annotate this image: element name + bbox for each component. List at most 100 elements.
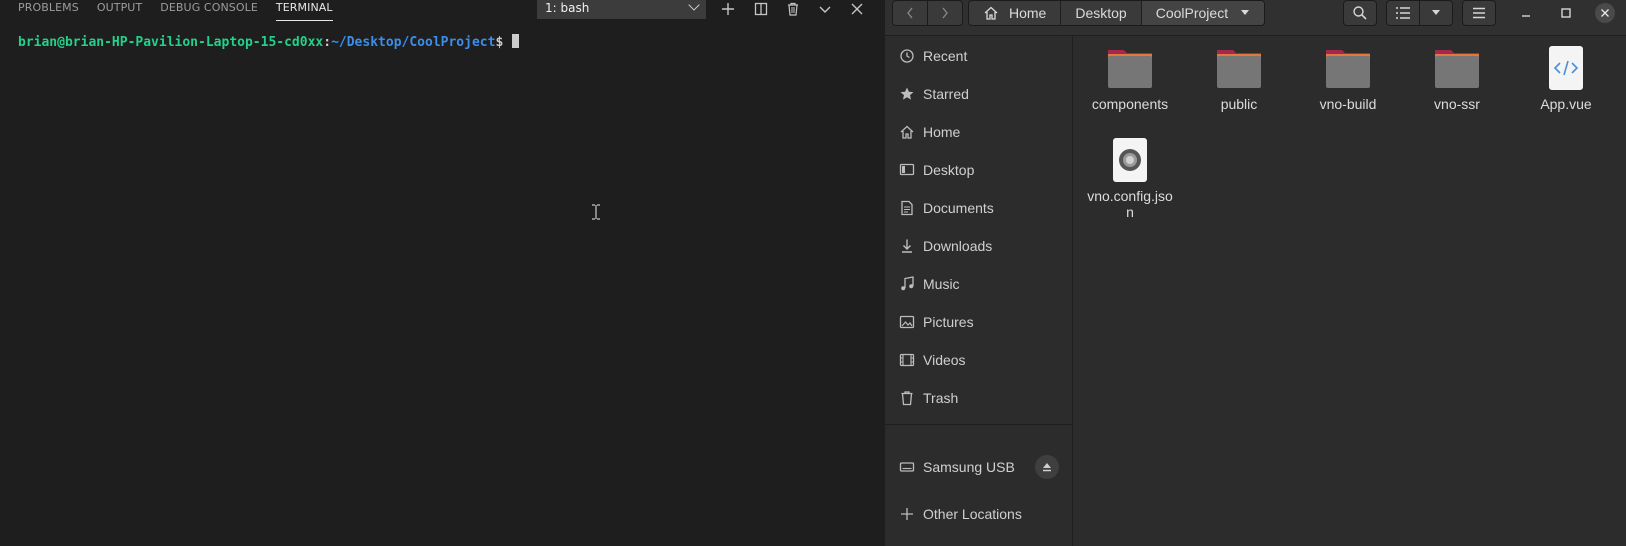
- sidebar-item-documents[interactable]: Documents: [885, 192, 1073, 224]
- sidebar: Recent Starred Home Desktop Documents Do…: [885, 36, 1073, 546]
- sidebar-item-recent[interactable]: Recent: [885, 40, 1073, 72]
- breadcrumb-current[interactable]: CoolProject: [1141, 1, 1265, 25]
- terminal-area[interactable]: brian@brian-HP-Pavilion-Laptop-15-cd0xx:…: [0, 28, 885, 546]
- drive-icon: [899, 459, 915, 475]
- minimize-icon: [1522, 15, 1530, 17]
- header-bar: Home Desktop CoolProject: [885, 0, 1626, 36]
- eject-icon: [1043, 463, 1051, 472]
- minimize-button[interactable]: [1516, 3, 1536, 23]
- breadcrumb-desktop[interactable]: Desktop: [1061, 1, 1142, 25]
- sidebar-item-downloads[interactable]: Downloads: [885, 230, 1073, 262]
- file-manager: Home Desktop CoolProject Recent Starred …: [885, 0, 1626, 546]
- forward-arrow-icon: [942, 7, 948, 19]
- back-arrow-icon: [907, 7, 913, 19]
- panel-tabs: PROBLEMS OUTPUT DEBUG CONSOLE TERMINAL: [0, 0, 333, 22]
- menu-button[interactable]: [1462, 0, 1496, 26]
- maximize-icon: [1561, 8, 1571, 18]
- breadcrumb: Home Desktop CoolProject: [968, 0, 1266, 26]
- sidebar-item-label: Music: [923, 276, 960, 292]
- caret-down-icon: [1241, 10, 1250, 15]
- terminal-cursor: [512, 34, 520, 48]
- plus-icon: [899, 506, 915, 522]
- chevron-down-icon: [688, 0, 700, 11]
- view-list-button[interactable]: [1386, 0, 1420, 26]
- home-icon: [899, 124, 915, 140]
- file-item-folder[interactable]: components: [1082, 44, 1178, 112]
- sidebar-item-starred[interactable]: Starred: [885, 78, 1073, 110]
- sidebar-item-home[interactable]: Home: [885, 116, 1073, 148]
- sidebar-item-videos[interactable]: Videos: [885, 344, 1073, 376]
- folder-icon: [1326, 50, 1370, 88]
- tab-problems[interactable]: PROBLEMS: [18, 0, 79, 21]
- sidebar-item-music[interactable]: Music: [885, 268, 1073, 300]
- picture-icon: [899, 314, 915, 330]
- prompt-colon: :: [323, 35, 332, 50]
- back-button[interactable]: [892, 0, 928, 26]
- sidebar-item-pictures[interactable]: Pictures: [885, 306, 1073, 338]
- sidebar-item-label: Documents: [923, 200, 994, 216]
- search-button[interactable]: [1343, 0, 1377, 26]
- hamburger-icon: [1473, 7, 1485, 19]
- desktop-icon: [899, 162, 915, 178]
- home-icon: [984, 6, 998, 20]
- file-item-config-file[interactable]: vno.config.json: [1082, 136, 1178, 220]
- file-item-folder[interactable]: public: [1191, 44, 1287, 112]
- code-file-icon: [1549, 46, 1583, 90]
- close-window-button[interactable]: [1595, 3, 1615, 23]
- sidebar-divider: [885, 424, 1073, 425]
- clock-icon: [899, 48, 915, 64]
- split-icon[interactable]: [751, 0, 771, 18]
- trash-icon[interactable]: [783, 0, 803, 18]
- close-icon[interactable]: [847, 0, 867, 18]
- sidebar-item-desktop[interactable]: Desktop: [885, 154, 1073, 186]
- file-name: vno-build: [1319, 96, 1377, 112]
- document-icon: [899, 200, 915, 216]
- sidebar-item-label: Recent: [923, 48, 968, 64]
- ibeam-cursor-icon: [592, 204, 600, 220]
- prompt-user-host: brian@brian-HP-Pavilion-Laptop-15-cd0xx: [18, 35, 324, 50]
- breadcrumb-home-label: Home: [1009, 5, 1047, 21]
- prompt-line: brian@brian-HP-Pavilion-Laptop-15-cd0xx:…: [18, 34, 520, 50]
- sidebar-item-label: Starred: [923, 86, 969, 102]
- config-file-icon: [1113, 138, 1147, 182]
- sidebar-item-label: Desktop: [923, 162, 975, 178]
- sidebar-item-label: Pictures: [923, 314, 974, 330]
- tab-debug-console[interactable]: DEBUG CONSOLE: [160, 0, 258, 21]
- sidebar-item-trash[interactable]: Trash: [885, 382, 1073, 414]
- music-icon: [899, 276, 915, 292]
- file-name: vno.config.json: [1087, 188, 1173, 220]
- file-name: App.vue: [1540, 96, 1592, 112]
- sidebar-item-other-locations[interactable]: Other Locations: [885, 498, 1073, 530]
- file-name: public: [1220, 96, 1258, 112]
- vscode-panel: PROBLEMS OUTPUT DEBUG CONSOLE TERMINAL 1…: [0, 0, 885, 546]
- file-item-folder[interactable]: vno-build: [1300, 44, 1396, 112]
- caret-down-icon: [1432, 10, 1440, 15]
- forward-button[interactable]: [927, 0, 963, 26]
- download-icon: [899, 238, 915, 254]
- sidebar-item-label: Downloads: [923, 238, 993, 254]
- tab-output[interactable]: OUTPUT: [97, 0, 142, 21]
- prompt-path: ~/Desktop/CoolProject: [331, 35, 496, 50]
- close-icon: [1601, 9, 1609, 17]
- sidebar-item-label: Home: [923, 124, 961, 140]
- plus-icon[interactable]: [718, 0, 738, 18]
- file-item-code-file[interactable]: App.vue: [1518, 44, 1614, 112]
- folder-icon: [1435, 50, 1479, 88]
- file-item-folder[interactable]: vno-ssr: [1409, 44, 1505, 112]
- trash-icon: [899, 390, 915, 406]
- eject-button[interactable]: [1035, 455, 1059, 479]
- view-options-button[interactable]: [1419, 0, 1453, 26]
- tab-terminal[interactable]: TERMINAL: [275, 0, 333, 21]
- video-icon: [899, 352, 915, 368]
- folder-icon: [1217, 50, 1261, 88]
- breadcrumb-current-label: CoolProject: [1155, 5, 1229, 21]
- maximize-button[interactable]: [1556, 3, 1576, 23]
- chevron-down-icon[interactable]: [815, 0, 835, 18]
- breadcrumb-home[interactable]: Home: [969, 1, 1062, 25]
- breadcrumb-desktop-label: Desktop: [1075, 5, 1127, 21]
- file-name: components: [1091, 96, 1169, 112]
- terminal-select[interactable]: 1: bash: [537, 0, 706, 19]
- folder-icon: [1108, 50, 1152, 88]
- sidebar-item-label: Trash: [923, 390, 959, 406]
- file-grid: components public vno-build vno-ssr App.…: [1074, 36, 1626, 546]
